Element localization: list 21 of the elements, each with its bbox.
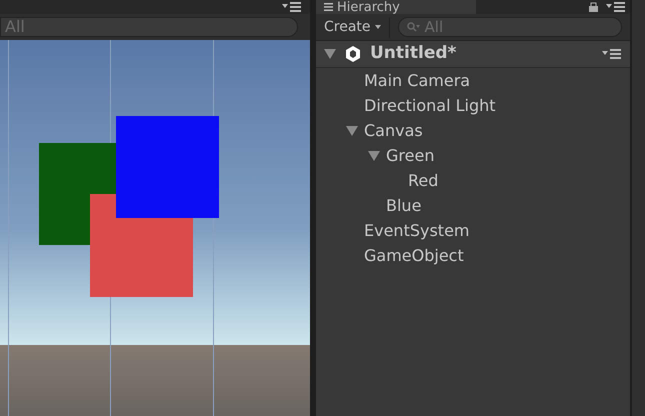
hierarchy-item[interactable]: Canvas (364, 118, 423, 142)
hierarchy-item[interactable]: Blue (386, 194, 422, 218)
hierarchy-item[interactable]: Green (386, 144, 434, 168)
cube-logo-icon (344, 45, 362, 63)
hierarchy-item[interactable]: EventSystem (364, 218, 470, 242)
expanded-triangle-icon[interactable] (324, 48, 336, 60)
expanded-triangle-icon[interactable] (346, 124, 358, 136)
hierarchy-tab[interactable]: Hierarchy (316, 0, 476, 14)
expanded-triangle-icon[interactable] (368, 150, 380, 162)
menu-icon[interactable] (606, 2, 626, 12)
list-icon (324, 3, 333, 11)
menu-icon[interactable] (602, 49, 622, 59)
lock-icon[interactable] (589, 2, 598, 12)
caret-icon (374, 25, 381, 29)
create-button[interactable]: Create (324, 16, 390, 38)
hierarchy-item[interactable]: Red (408, 168, 438, 192)
menu-icon[interactable] (282, 2, 302, 12)
search-icon (406, 22, 421, 32)
hierarchy-item[interactable]: Main Camera (364, 68, 470, 92)
hierarchy-item[interactable]: GameObject (364, 244, 464, 268)
hierarchy-item[interactable]: Directional Light (364, 94, 496, 118)
